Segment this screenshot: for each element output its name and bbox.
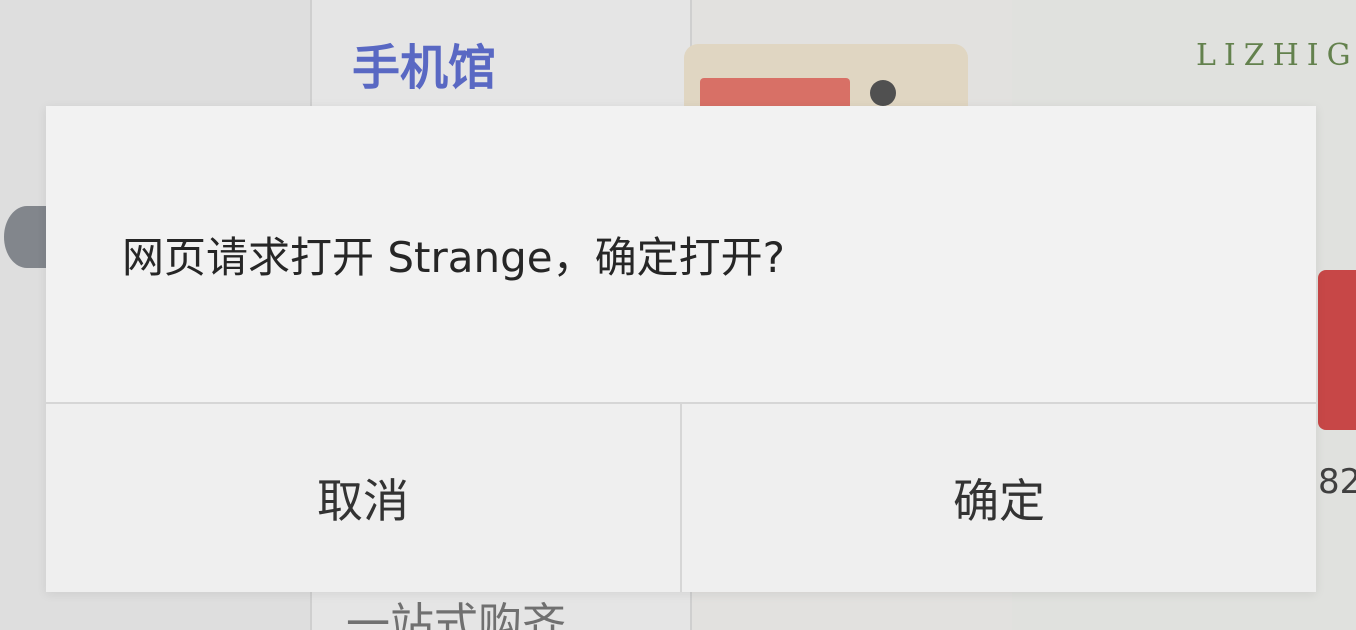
cancel-button[interactable]: 取消 xyxy=(46,404,680,592)
dialog-actions: 取消 确定 xyxy=(46,402,1316,592)
screen: 手机馆 LIZHIG 82 一站式购齐 网页请求打开 Strange，确定打开?… xyxy=(0,0,1356,630)
open-app-dialog: 网页请求打开 Strange，确定打开? 取消 确定 xyxy=(46,106,1316,592)
dialog-message: 网页请求打开 Strange，确定打开? xyxy=(122,233,785,282)
confirm-button[interactable]: 确定 xyxy=(680,404,1316,592)
